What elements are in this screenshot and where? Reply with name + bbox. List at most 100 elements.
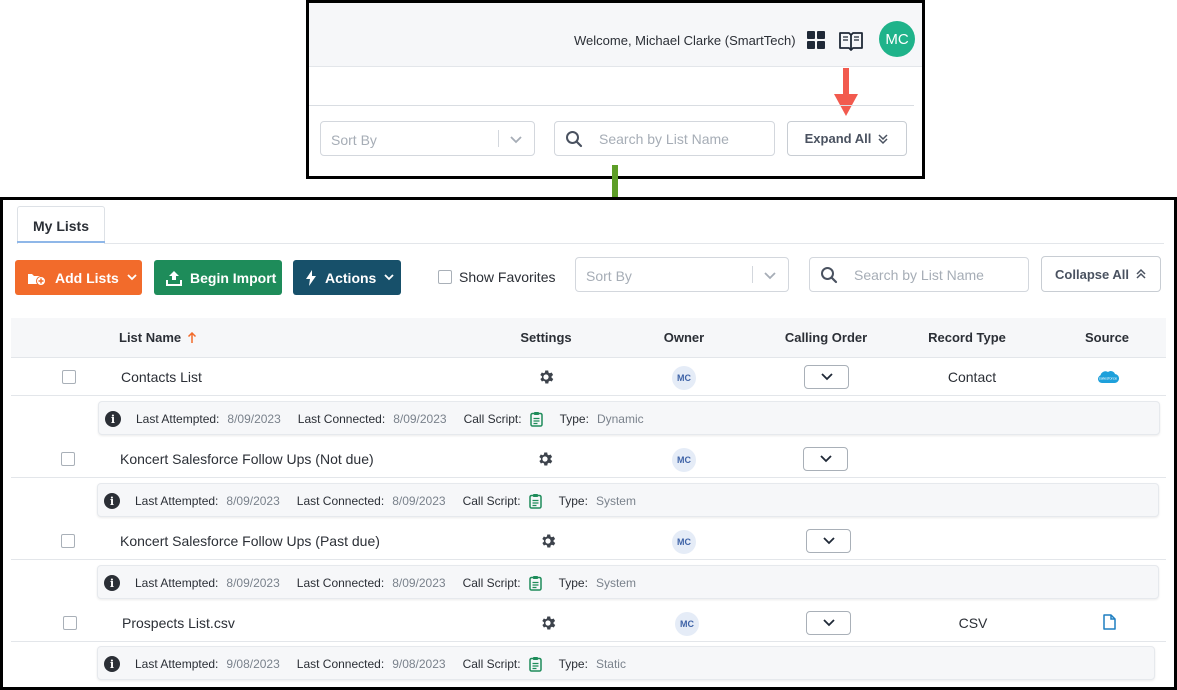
chevrons-down-icon	[878, 133, 888, 144]
call-script-label: Call Script:	[462, 576, 521, 590]
upload-icon	[166, 270, 182, 286]
last-connected-value: 9/08/2023	[392, 657, 446, 671]
search-icon	[566, 131, 583, 148]
sort-by-select[interactable]: Sort By	[320, 121, 535, 156]
list-details: i Last Attempted: 8/09/2023 Last Connect…	[97, 483, 1159, 517]
call-script-label: Call Script:	[462, 494, 521, 508]
type-label: Type:	[559, 412, 589, 426]
owner-avatar: MC	[672, 530, 696, 554]
svg-text:salesforce: salesforce	[1099, 376, 1118, 381]
owner-avatar: MC	[675, 612, 699, 636]
gear-icon[interactable]	[536, 450, 554, 468]
table-row[interactable]: Prospects List.csv MC CSV	[11, 605, 1166, 642]
type-value: System	[595, 494, 636, 508]
column-header-record-type: Record Type	[928, 330, 1006, 345]
last-attempted-label: Last Attempted:	[136, 412, 220, 426]
add-lists-button[interactable]: Add Lists	[15, 260, 142, 295]
list-name-link[interactable]: Koncert Salesforce Follow Ups (Not due)	[120, 451, 374, 467]
clipboard-icon[interactable]	[528, 493, 542, 509]
search-input[interactable]: Search by List Name	[809, 257, 1029, 292]
clipboard-icon[interactable]	[528, 656, 542, 672]
collapse-all-label: Collapse All	[1055, 266, 1129, 282]
info-icon: i	[105, 411, 121, 427]
begin-import-button[interactable]: Begin Import	[154, 260, 282, 295]
last-attempted-label: Last Attempted:	[135, 657, 219, 671]
last-connected-label: Last Connected:	[297, 412, 386, 426]
last-connected-label: Last Connected:	[296, 494, 385, 508]
type-label: Type:	[558, 657, 588, 671]
row-checkbox[interactable]	[61, 534, 75, 548]
clipboard-icon[interactable]	[528, 575, 542, 591]
type-label: Type:	[558, 494, 588, 508]
chevron-down-icon	[821, 373, 833, 381]
last-connected-label: Last Connected:	[296, 657, 385, 671]
book-icon[interactable]	[838, 29, 864, 51]
collapse-all-button[interactable]: Collapse All	[1041, 256, 1161, 292]
row-checkbox[interactable]	[63, 616, 77, 630]
owner-avatar: MC	[672, 366, 696, 390]
call-script-label: Call Script:	[462, 657, 521, 671]
list-name-link[interactable]: Koncert Salesforce Follow Ups (Past due)	[120, 533, 380, 549]
sort-by-select[interactable]: Sort By	[575, 257, 789, 292]
sort-ascending-icon[interactable]	[187, 332, 197, 344]
search-placeholder: Search by List Name	[599, 131, 729, 147]
list-details: i Last Attempted: 9/08/2023 Last Connect…	[97, 646, 1155, 680]
clipboard-icon[interactable]	[529, 411, 543, 427]
lightning-icon	[306, 269, 316, 286]
chevron-down-icon	[823, 537, 835, 545]
show-favorites-toggle[interactable]: Show Favorites	[438, 269, 555, 285]
actions-button[interactable]: Actions	[293, 260, 401, 295]
calling-order-select[interactable]	[806, 529, 851, 553]
table-row[interactable]: Koncert Salesforce Follow Ups (Past due)…	[11, 523, 1166, 560]
info-icon: i	[104, 575, 120, 591]
table-row[interactable]: Contacts List MC Contact salesforce	[11, 359, 1166, 396]
welcome-text: Welcome, Michael Clarke (SmartTech)	[574, 33, 796, 48]
sort-by-placeholder: Sort By	[586, 268, 632, 284]
column-header-settings: Settings	[520, 330, 572, 345]
table-row[interactable]: Koncert Salesforce Follow Ups (Not due) …	[11, 441, 1166, 478]
record-type: Contact	[947, 369, 997, 385]
app-header: Welcome, Michael Clarke (SmartTech) MC	[309, 3, 922, 67]
type-value: System	[595, 576, 636, 590]
last-attempted-label: Last Attempted:	[135, 576, 219, 590]
gear-icon[interactable]	[537, 368, 555, 386]
calling-order-select[interactable]	[803, 447, 848, 471]
call-script-label: Call Script:	[463, 412, 522, 426]
list-details: i Last Attempted: 8/09/2023 Last Connect…	[98, 401, 1160, 435]
last-attempted-value: 8/09/2023	[226, 494, 280, 508]
row-checkbox[interactable]	[61, 452, 75, 466]
list-name-header-label: List Name	[119, 330, 182, 345]
list-name-link[interactable]: Contacts List	[121, 369, 202, 385]
owner-avatar: MC	[672, 448, 696, 472]
row-checkbox[interactable]	[62, 370, 76, 384]
calling-order-select[interactable]	[806, 611, 851, 635]
gear-icon[interactable]	[539, 532, 557, 550]
show-favorites-checkbox[interactable]	[438, 270, 452, 284]
search-input[interactable]: Search by List Name	[554, 121, 775, 156]
info-icon: i	[104, 493, 120, 509]
column-header-list-name[interactable]: List Name	[119, 330, 197, 345]
apps-grid-icon[interactable]	[807, 31, 825, 49]
calling-order-select[interactable]	[804, 365, 849, 389]
type-label: Type:	[558, 576, 588, 590]
list-name-link[interactable]: Prospects List.csv	[122, 615, 235, 631]
user-avatar[interactable]: MC	[879, 21, 915, 57]
chevron-down-icon	[823, 619, 835, 627]
last-connected-label: Last Connected:	[296, 576, 385, 590]
actions-label: Actions	[325, 269, 377, 286]
show-favorites-label: Show Favorites	[459, 269, 556, 285]
chevron-down-icon	[127, 274, 137, 281]
table-header: List Name Settings Owner Calling Order R…	[11, 318, 1166, 358]
last-connected-value: 8/09/2023	[392, 494, 446, 508]
expand-all-button[interactable]: Expand All	[787, 121, 907, 156]
gear-icon[interactable]	[539, 614, 557, 632]
tab-my-lists[interactable]: My Lists	[17, 206, 105, 244]
chevron-down-icon	[510, 136, 522, 144]
chevron-down-icon	[764, 272, 776, 280]
last-attempted-value: 8/09/2023	[227, 412, 281, 426]
chevron-down-icon	[820, 455, 832, 463]
expand-all-label: Expand All	[804, 131, 872, 146]
chevrons-up-icon	[1136, 268, 1146, 279]
begin-import-label: Begin Import	[190, 269, 277, 286]
last-attempted-value: 9/08/2023	[226, 657, 280, 671]
